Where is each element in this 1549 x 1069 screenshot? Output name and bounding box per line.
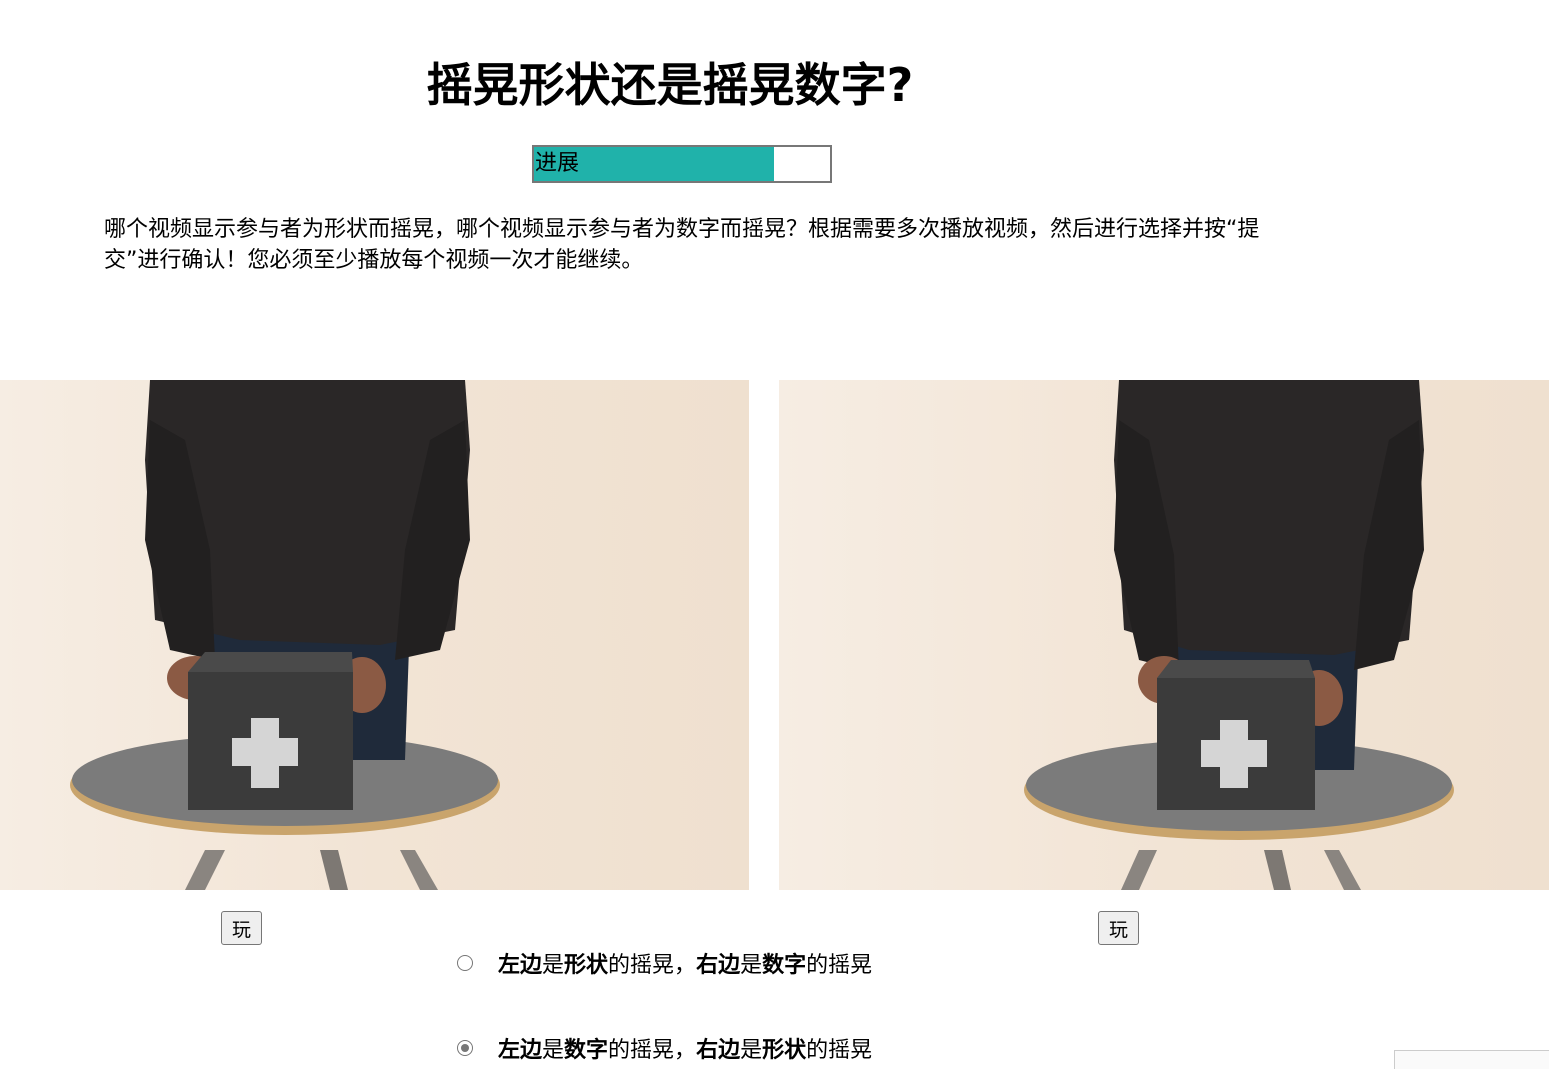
instructions-text: 哪个视频显示参与者为形状而摇晃，哪个视频显示参与者为数字而摇晃？根据需要多次播放… [104,217,1260,273]
radio-left-number[interactable] [457,1040,473,1056]
radio-left-shape[interactable] [457,955,473,971]
floating-toolbar[interactable] [1394,1050,1549,1069]
play-left-button[interactable]: 玩 [221,911,263,945]
option-left-shape[interactable]: 左边是形状的摇晃，右边是数字的摇晃 [456,948,872,978]
progress-label: 进展 [535,151,580,176]
option-left-shape-label: 左边是形状的摇晃，右边是数字的摇晃 [498,953,873,978]
video-right[interactable] [779,380,1549,890]
option-left-number[interactable]: 左边是数字的摇晃，右边是形状的摇晃 [456,1033,872,1063]
play-right-button[interactable]: 玩 [1098,911,1140,945]
video-right-frame [1024,380,1454,890]
video-left-frame [70,380,500,890]
progress-bar: 进展 [532,145,832,183]
option-left-number-label: 左边是数字的摇晃，右边是形状的摇晃 [498,1038,873,1063]
page-title: 摇晃形状还是摇晃数字? [426,58,914,112]
page: 摇晃形状还是摇晃数字? 进展 哪个视频显示参与者为形状而摇晃，哪个视频显示参与者… [0,0,1549,1069]
video-left[interactable] [0,380,749,890]
